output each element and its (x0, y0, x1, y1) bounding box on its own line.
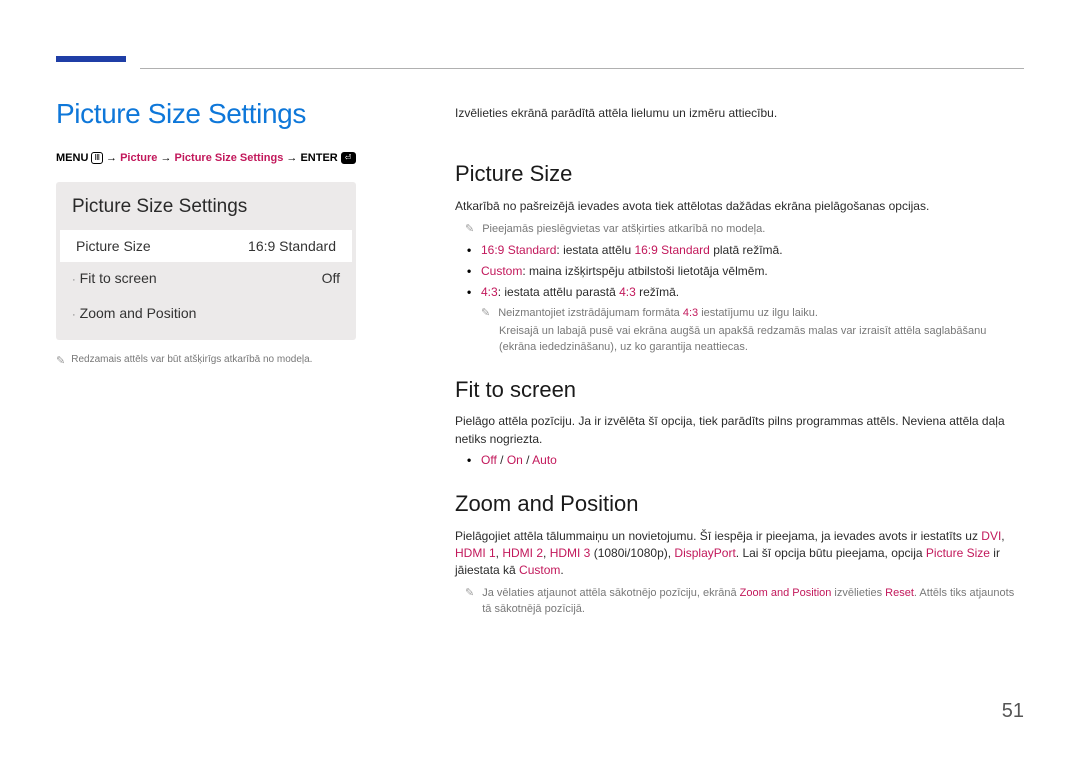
page-number: 51 (1002, 700, 1024, 723)
header-divider (140, 68, 1024, 69)
enter-icon: ⏎ (341, 152, 356, 164)
panel-title: Picture Size Settings (56, 182, 356, 230)
accent-bar (56, 56, 126, 62)
page-title: Picture Size Settings (56, 98, 396, 130)
breadcrumb: MENU Ⅲ → Picture → Picture Size Settings… (56, 152, 396, 164)
panel-row-picture-size[interactable]: Picture Size 16:9 Standard (60, 230, 352, 262)
picture-size-desc: Atkarībā no pašreizējā ievades avota tie… (455, 198, 1025, 215)
reset-note: ✎ Ja vēlaties atjaunot attēla sākotnējo … (465, 586, 1025, 618)
settings-panel: Picture Size Settings Picture Size 16:9 … (56, 182, 356, 340)
option-16-9: 16:9 Standard: iestata attēlu 16:9 Stand… (481, 242, 1025, 259)
model-note: ✎ Redzamais attēls var būt atšķirīgs atk… (56, 354, 396, 368)
left-column: Picture Size Settings MENU Ⅲ → Picture →… (56, 98, 396, 368)
pen-icon: ✎ (56, 354, 65, 368)
breadcrumb-arrow: → (160, 152, 171, 164)
breadcrumb-picture-size-settings: Picture Size Settings (175, 152, 284, 164)
warning-burn-in: Kreisajā un labajā pusē vai ekrāna augšā… (499, 324, 1025, 356)
zoom-desc: Pielāgojiet attēla tālummaiņu un novieto… (455, 528, 1025, 580)
option-custom: Custom: maina izšķirtspēju atbilstoši li… (481, 263, 1025, 280)
option-4-3: 4:3: iestata attēlu parastā 4:3 režīmā. (481, 284, 1025, 301)
note-text: Ja vēlaties atjaunot attēla sākotnējo po… (482, 586, 1025, 618)
note-text: Neizmantojiet izstrādājumam formāta 4:3 … (498, 306, 818, 322)
pen-icon: ✎ (481, 306, 490, 322)
breadcrumb-menu: MENU (56, 152, 88, 164)
panel-value: Off (322, 270, 340, 289)
breadcrumb-picture: Picture (120, 152, 157, 164)
panel-label: ·Zoom and Position (72, 305, 196, 324)
heading-fit-to-screen: Fit to screen (455, 374, 1025, 406)
pen-icon: ✎ (465, 586, 474, 618)
picture-size-options: 16:9 Standard: iestata attēlu 16:9 Stand… (455, 242, 1025, 302)
panel-row-zoom-position[interactable]: ·Zoom and Position (56, 297, 356, 332)
panel-label: Picture Size (76, 238, 151, 254)
heading-zoom-position: Zoom and Position (455, 488, 1025, 520)
intro-text: Izvēlieties ekrānā parādītā attēla lielu… (455, 105, 1025, 122)
fit-desc: Pielāgo attēla pozīciju. Ja ir izvēlēta … (455, 413, 1025, 448)
note-text: Redzamais attēls var būt atšķirīgs atkar… (71, 354, 312, 368)
panel-label: ·Fit to screen (72, 270, 157, 289)
fit-options-line: Off / On / Auto (481, 452, 1025, 469)
menu-icon: Ⅲ (91, 152, 103, 164)
breadcrumb-arrow: → (286, 152, 297, 164)
ports-note: ✎ Pieejamās pieslēgvietas var atšķirties… (465, 222, 1025, 238)
panel-value: 16:9 Standard (248, 238, 336, 254)
note-text: Pieejamās pieslēgvietas var atšķirties a… (482, 222, 765, 238)
panel-row-fit-to-screen[interactable]: ·Fit to screen Off (56, 262, 356, 297)
right-column: Izvēlieties ekrānā parādītā attēla lielu… (455, 105, 1025, 622)
pen-icon: ✎ (465, 222, 474, 238)
breadcrumb-enter: ENTER (300, 152, 337, 164)
fit-options: Off / On / Auto (455, 452, 1025, 469)
warning-4-3: ✎ Neizmantojiet izstrādājumam formāta 4:… (481, 306, 1025, 322)
breadcrumb-arrow: → (106, 152, 117, 164)
heading-picture-size: Picture Size (455, 158, 1025, 190)
